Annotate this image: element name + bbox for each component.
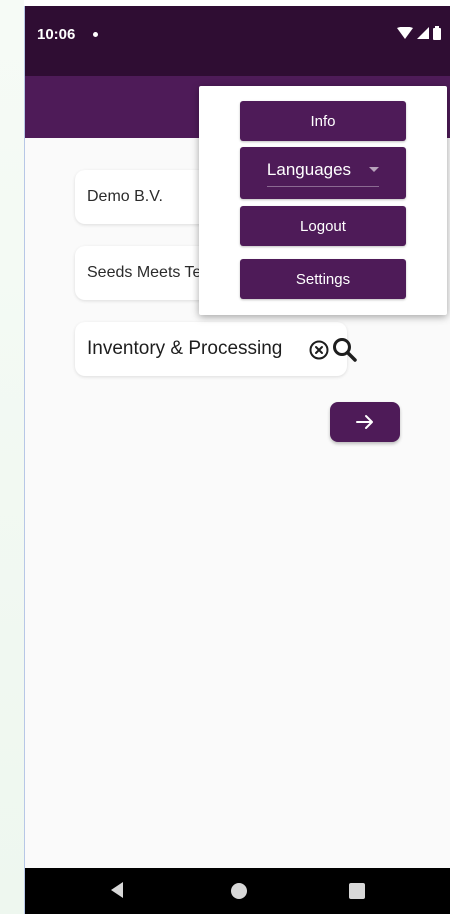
battery-icon: [433, 26, 441, 40]
wifi-icon: [397, 27, 413, 39]
arrow-right-icon: [356, 415, 373, 429]
languages-select: Languages: [266, 159, 380, 187]
clear-circle-icon[interactable]: [309, 340, 329, 360]
languages-dropdown[interactable]: Languages: [240, 147, 406, 199]
recents-icon[interactable]: [349, 883, 365, 899]
chevron-down-icon: [369, 167, 380, 172]
status-bar: 10:06: [25, 6, 450, 76]
database-value: Seeds Meets Te: [87, 264, 202, 281]
home-icon[interactable]: [231, 883, 247, 899]
info-label: Info: [310, 112, 336, 130]
languages-label: Languages: [266, 159, 352, 179]
phone-screen: 10:06 Us Demo B.V. S: [24, 6, 450, 914]
back-icon[interactable]: [111, 882, 123, 898]
settings-label: Settings: [295, 270, 351, 288]
status-time: 10:06: [37, 26, 76, 43]
notification-dot-icon: [93, 32, 98, 37]
logout-label: Logout: [300, 217, 346, 235]
logout-button[interactable]: Logout: [240, 206, 406, 246]
company-value: Demo B.V.: [87, 188, 163, 205]
status-icons: [397, 26, 441, 40]
background-margin: [0, 0, 24, 914]
options-menu: Info Languages Logout Settings: [199, 86, 447, 315]
settings-button[interactable]: Settings: [240, 259, 406, 299]
module-value: Inventory & Processing: [87, 338, 283, 359]
next-button[interactable]: [330, 402, 400, 442]
module-field[interactable]: Inventory & Processing: [75, 322, 347, 376]
page: 10:06 Us Demo B.V. S: [0, 0, 450, 914]
signal-icon: [417, 27, 429, 39]
search-icon[interactable]: [331, 336, 359, 364]
navigation-bar: [25, 868, 450, 914]
info-button[interactable]: Info: [240, 101, 406, 141]
